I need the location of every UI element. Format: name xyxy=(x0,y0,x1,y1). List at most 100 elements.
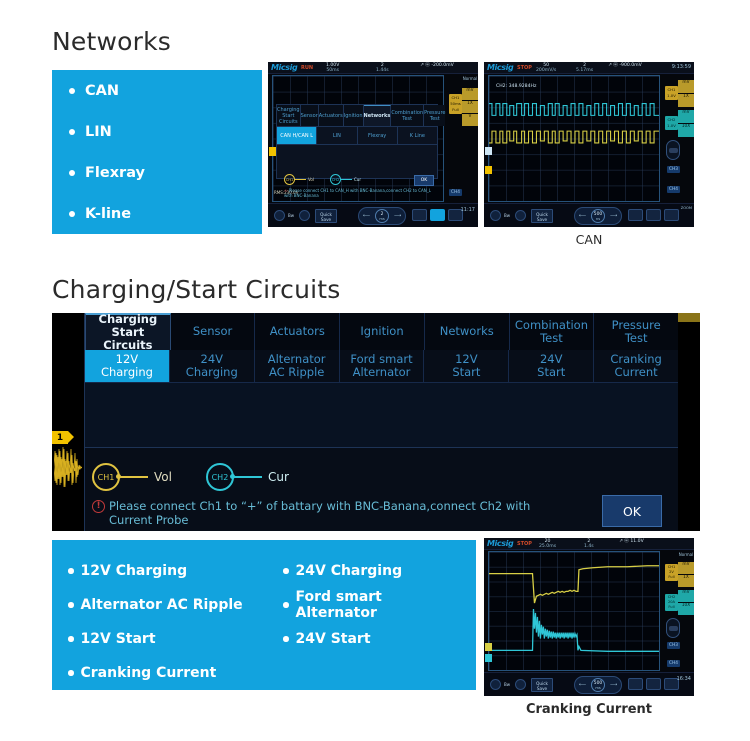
ok-button-small[interactable]: OK xyxy=(414,175,434,186)
list-item-label: LIN xyxy=(85,123,112,140)
rail-ch1-probe-ratio[interactable]: 1X xyxy=(678,94,694,107)
rail-ch1-button[interactable]: CH1 1.0V xyxy=(665,86,678,100)
tab-combination-test[interactable]: Combination Test xyxy=(509,313,595,350)
timebase-value[interactable]: 500 ns xyxy=(591,209,605,223)
subtab-lin[interactable]: LIN xyxy=(317,127,358,144)
tab-sensor[interactable]: Sensor xyxy=(300,105,319,126)
vehicle-icon[interactable] xyxy=(646,678,661,690)
topfield-volts-div: 20 25.0ms xyxy=(539,539,557,549)
rail-ch1-button[interactable]: CH1 50ms Full xyxy=(449,94,462,114)
quick-save-button[interactable]: Quick Save xyxy=(531,209,553,223)
rail-ch2-unit-mv[interactable]: mV xyxy=(678,590,694,602)
tab-networks[interactable]: Networks xyxy=(363,105,392,126)
subtab-cranking-current[interactable]: Cranking Current xyxy=(594,350,678,382)
channel-2-marker[interactable] xyxy=(485,166,492,174)
zoom-label: ZOOM xyxy=(680,206,692,210)
rail-ch1-probe-ratio[interactable]: 1X xyxy=(462,101,478,113)
timebase-value[interactable]: 500 ms xyxy=(591,678,605,692)
timebase-control[interactable]: ⟵ 2 ms ⟶ xyxy=(358,207,406,225)
download-icon[interactable] xyxy=(515,679,526,690)
tab-charging-start-circuits[interactable]: Charging Start Circuits xyxy=(277,105,301,126)
rail-ch1-unit-mv[interactable]: mV xyxy=(678,80,694,93)
bullet-icon xyxy=(283,636,289,642)
subtab-12v-charging[interactable]: 12V Charging xyxy=(85,350,170,382)
subtab-k-line[interactable]: K Line xyxy=(398,127,437,144)
camera-icon[interactable] xyxy=(412,209,427,221)
channel-1-marker[interactable] xyxy=(485,147,492,155)
adjust-knob[interactable] xyxy=(666,140,680,160)
run-state-badge[interactable]: STOP xyxy=(517,541,532,547)
rail-ch2-button[interactable]: CH2 1.0V xyxy=(665,116,678,130)
rail-ch3-button[interactable]: CH3 xyxy=(667,642,680,649)
rail-ch4-button[interactable]: CH4 xyxy=(667,186,680,193)
upload-icon[interactable] xyxy=(274,210,285,221)
rail-ch4-button[interactable]: CH4 xyxy=(449,189,462,196)
tab-actuators[interactable]: Actuators xyxy=(318,105,344,126)
tab-pressure-test[interactable]: Pressure Test xyxy=(424,105,446,126)
subtab-24v-start[interactable]: 24V Start xyxy=(509,350,595,382)
noise-waveform xyxy=(54,446,82,488)
scope-waveform-area xyxy=(488,551,660,671)
connection-hint-small: ⚠ Please connect CH1 to CAN_H with BNC-B… xyxy=(284,188,431,198)
channel-1-marker[interactable] xyxy=(485,643,492,651)
download-icon[interactable] xyxy=(515,210,526,221)
trigger-mode-badge[interactable]: Normal xyxy=(462,76,478,83)
vehicle-icon[interactable] xyxy=(430,209,445,221)
probe-ch2-label: Cur xyxy=(353,177,361,182)
topfield-timebase: 2 1.4s xyxy=(584,539,594,549)
tab-combination-test[interactable]: Combination Test xyxy=(391,105,425,126)
camera-icon[interactable] xyxy=(628,678,643,690)
subtab-ford-smart-alternator[interactable]: Ford smart Alternator xyxy=(340,350,425,382)
camera-icon[interactable] xyxy=(628,209,643,221)
subtab-12v-start[interactable]: 12V Start xyxy=(424,350,510,382)
tab-sensor[interactable]: Sensor xyxy=(170,313,256,350)
subtab-flexray[interactable]: Flexray xyxy=(358,127,398,144)
run-state-badge[interactable]: RUN xyxy=(301,65,313,71)
topfield-trigger-level: ↗ ⓦ -200.0mV xyxy=(420,63,454,68)
rail-ch2-button[interactable]: CH2 20A Full xyxy=(665,594,678,611)
scope-topbar: Micsig STOP 50 200mV/s 2 5.17ms ↗ ⓦ -900.0… xyxy=(484,62,694,74)
bullet-icon xyxy=(283,602,289,608)
upload-icon[interactable] xyxy=(490,679,501,690)
scope-bottom-toolbar: Bw Quick Save ⟵ 2 ms ⟶ 11:17 xyxy=(268,203,478,227)
subtab-24v-charging[interactable]: 24V Charging xyxy=(170,350,255,382)
tab-pressure-test[interactable]: Pressure Test xyxy=(594,313,679,350)
rail-ch2-probe-ratio[interactable]: 10X xyxy=(678,603,694,615)
subtab-alternator-ac-ripple[interactable]: Alternator AC Ripple xyxy=(255,350,340,382)
timebase-control[interactable]: ⟵ 500 ms ⟶ xyxy=(574,676,622,694)
quick-save-button[interactable]: Quick Save xyxy=(315,209,337,223)
run-state-badge[interactable]: STOP xyxy=(517,65,532,71)
rail-ch3-button[interactable]: CH3 xyxy=(667,166,680,173)
timebase-value[interactable]: 2 ms xyxy=(375,209,389,223)
tab-ignition[interactable]: Ignition xyxy=(340,313,425,350)
quick-save-button[interactable]: Quick Save xyxy=(531,678,553,692)
trigger-mode-badge[interactable]: Normal xyxy=(678,552,694,559)
tab-charging-start-circuits[interactable]: Charging Start Circuits xyxy=(85,313,171,352)
channel-1-marker[interactable] xyxy=(269,147,276,156)
rail-ch1-unit-mv[interactable]: mV xyxy=(678,562,694,574)
document-icon[interactable] xyxy=(664,209,679,221)
rail-ch4-button[interactable]: CH4 xyxy=(667,660,680,667)
channel-1-marker[interactable]: 1 xyxy=(52,431,74,444)
rail-ch1-probe-ratio[interactable]: 1X xyxy=(678,575,694,587)
subtab-can-h-can-l[interactable]: CAN H/CAN L xyxy=(277,127,318,144)
download-icon[interactable] xyxy=(299,210,310,221)
adjust-knob[interactable] xyxy=(666,618,680,638)
upload-icon[interactable] xyxy=(490,210,501,221)
rail-ch2-unit-mv[interactable]: mV xyxy=(678,110,694,123)
list-item-label: Cranking Current xyxy=(80,665,217,681)
probe-ch1-circle: CH1 xyxy=(284,174,295,185)
channel-2-marker[interactable] xyxy=(485,654,492,662)
rail-ch1-button[interactable]: CH1 2V Full xyxy=(665,564,678,581)
probe-ch1-label: Vol xyxy=(308,177,314,182)
ok-button[interactable]: OK xyxy=(602,495,662,527)
rail-ch1-unit-mv[interactable]: mV xyxy=(462,88,478,100)
rail-ch1-unit-v[interactable]: V xyxy=(462,114,478,126)
tab-actuators[interactable]: Actuators xyxy=(255,313,341,350)
vehicle-icon[interactable] xyxy=(646,209,661,221)
timebase-control[interactable]: ⟵ 500 ns ⟶ xyxy=(574,207,622,225)
tab-networks[interactable]: Networks xyxy=(424,313,510,350)
rail-ch2-probe-ratio[interactable]: 10X xyxy=(678,124,694,137)
tab-ignition[interactable]: Ignition xyxy=(343,105,364,126)
warning-icon: ! xyxy=(92,500,105,513)
